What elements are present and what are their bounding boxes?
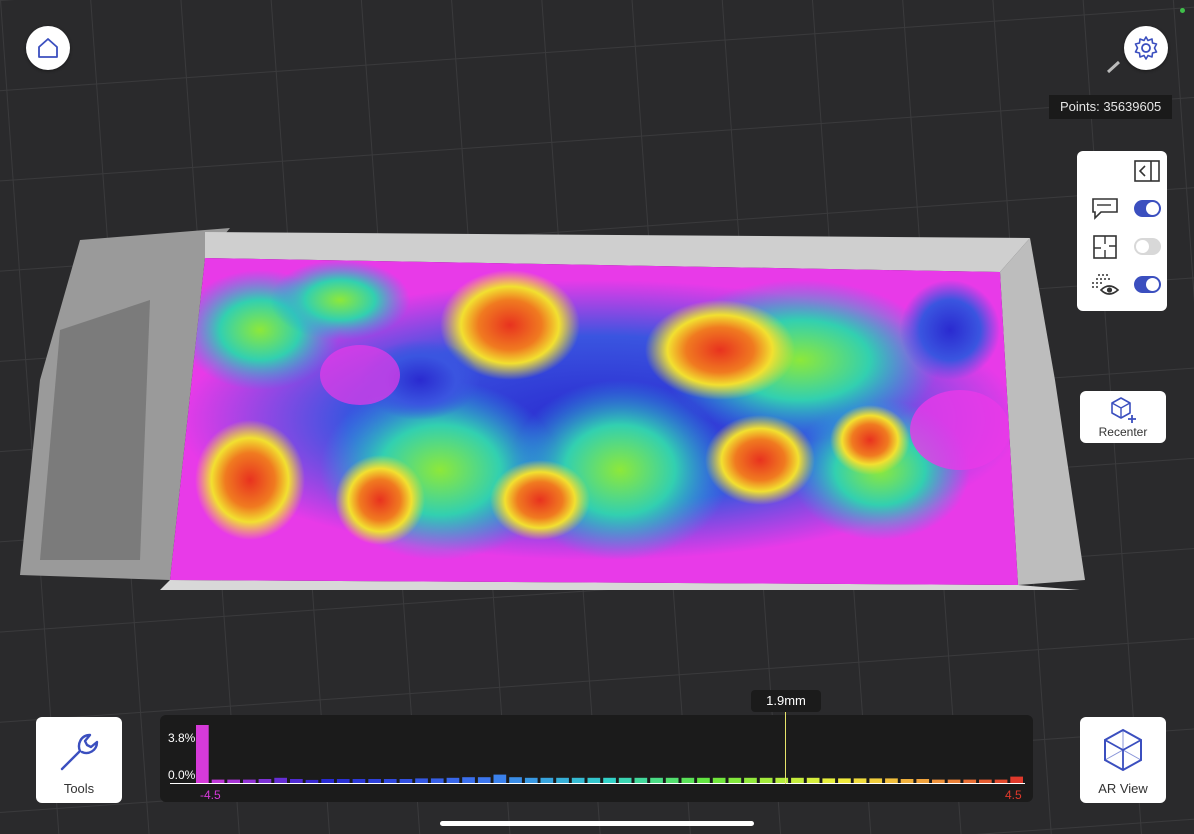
histogram-min-label: 0.0% xyxy=(168,768,196,782)
histogram-max-label: 3.8% xyxy=(168,731,196,745)
histogram-bar xyxy=(979,779,992,783)
histogram-marker-line[interactable] xyxy=(785,712,786,784)
histogram-bar xyxy=(243,779,256,783)
histogram-marker-label: 1.9mm xyxy=(751,690,821,712)
gear-icon xyxy=(1134,36,1158,60)
histogram-bar xyxy=(650,777,663,783)
histogram-bar xyxy=(415,778,428,783)
layer-row-floorplan xyxy=(1077,232,1167,262)
histogram-bar xyxy=(791,777,804,783)
comment-icon xyxy=(1092,198,1118,220)
layer-panel xyxy=(1077,151,1167,311)
histogram-bar xyxy=(211,779,225,783)
histogram-bar xyxy=(697,777,710,783)
histogram-bar xyxy=(665,777,679,783)
collapse-panel-icon[interactable] xyxy=(1134,160,1160,182)
histogram-bar xyxy=(822,778,836,783)
histogram-bar xyxy=(916,779,930,783)
home-button[interactable] xyxy=(26,26,70,70)
ar-view-label: AR View xyxy=(1098,781,1148,796)
tools-button[interactable]: Tools xyxy=(36,717,122,803)
recenter-icon xyxy=(1111,397,1136,423)
histogram-bar xyxy=(587,777,601,783)
histogram-bar xyxy=(556,777,569,783)
histogram-bar xyxy=(634,777,648,783)
layer-row-pointcloud xyxy=(1077,270,1167,300)
status-indicator xyxy=(1180,8,1185,13)
histogram-bar xyxy=(477,777,491,783)
wrench-icon xyxy=(60,733,99,771)
pointcloud-toggle[interactable] xyxy=(1134,276,1161,293)
histogram-bar xyxy=(1010,776,1023,783)
histogram-bar xyxy=(368,779,381,783)
deviation-heatmap xyxy=(170,258,1018,585)
histogram-bar xyxy=(462,777,475,783)
range-min-label: -4.5 xyxy=(200,788,221,802)
histogram-bar xyxy=(963,779,977,783)
histogram-bar xyxy=(744,777,757,783)
home-icon xyxy=(38,38,58,58)
histogram-bar xyxy=(712,777,726,783)
histogram-bar xyxy=(618,777,632,783)
histogram-bar xyxy=(681,777,695,783)
histogram-bar xyxy=(947,779,961,783)
pointcloud-viewport[interactable] xyxy=(0,0,1194,834)
histogram-bar xyxy=(258,779,272,783)
histogram-bar xyxy=(759,777,773,783)
histogram-bar xyxy=(352,779,366,783)
histogram-bar xyxy=(274,777,287,783)
histogram-bar xyxy=(540,777,554,783)
histogram-bar xyxy=(399,779,413,783)
ar-cube-icon xyxy=(1104,728,1142,772)
settings-button[interactable] xyxy=(1124,26,1168,70)
ar-view-button[interactable]: AR View xyxy=(1080,717,1166,803)
home-indicator[interactable] xyxy=(440,821,754,826)
histogram-bar xyxy=(728,777,742,783)
histogram-bar xyxy=(524,777,538,783)
histogram-bar xyxy=(603,777,616,783)
histogram-bar xyxy=(806,777,820,783)
histogram-bar xyxy=(446,777,460,783)
deviation-histogram[interactable]: 3.8% 0.0% -4.5 4.5 xyxy=(160,715,1033,802)
histogram-bar xyxy=(932,779,945,783)
histogram-bar xyxy=(227,779,240,783)
comments-toggle[interactable] xyxy=(1134,200,1161,217)
floorplan-icon xyxy=(1093,235,1117,259)
histogram-bar xyxy=(869,778,883,783)
histogram-bar xyxy=(493,774,507,783)
range-max-label: 4.5 xyxy=(1005,788,1022,802)
histogram-bar xyxy=(430,778,444,783)
histogram-bar xyxy=(383,779,397,783)
points-count: Points: 35639605 xyxy=(1049,95,1173,119)
recenter-label: Recenter xyxy=(1098,425,1148,439)
histogram-bar xyxy=(290,779,303,783)
histogram-bar xyxy=(571,777,585,783)
histogram-bar xyxy=(336,779,350,783)
histogram-bar xyxy=(196,725,209,783)
pencil-icon[interactable] xyxy=(1106,60,1122,74)
histogram-bar xyxy=(853,778,867,783)
histogram-bar xyxy=(775,777,789,783)
histogram-bars xyxy=(196,725,1023,783)
histogram-bar xyxy=(305,779,319,783)
histogram-bar xyxy=(838,778,851,783)
pointcloud-eye-icon xyxy=(1092,274,1120,295)
floorplan-toggle[interactable] xyxy=(1134,238,1161,255)
histogram-bar xyxy=(885,778,898,783)
histogram-bar xyxy=(509,777,522,783)
histogram-bar xyxy=(321,779,334,783)
recenter-button[interactable]: Recenter xyxy=(1080,391,1166,443)
tools-label: Tools xyxy=(63,781,95,796)
histogram-bar xyxy=(994,779,1008,783)
histogram-bar xyxy=(900,779,914,783)
layer-row-comments xyxy=(1077,194,1167,224)
